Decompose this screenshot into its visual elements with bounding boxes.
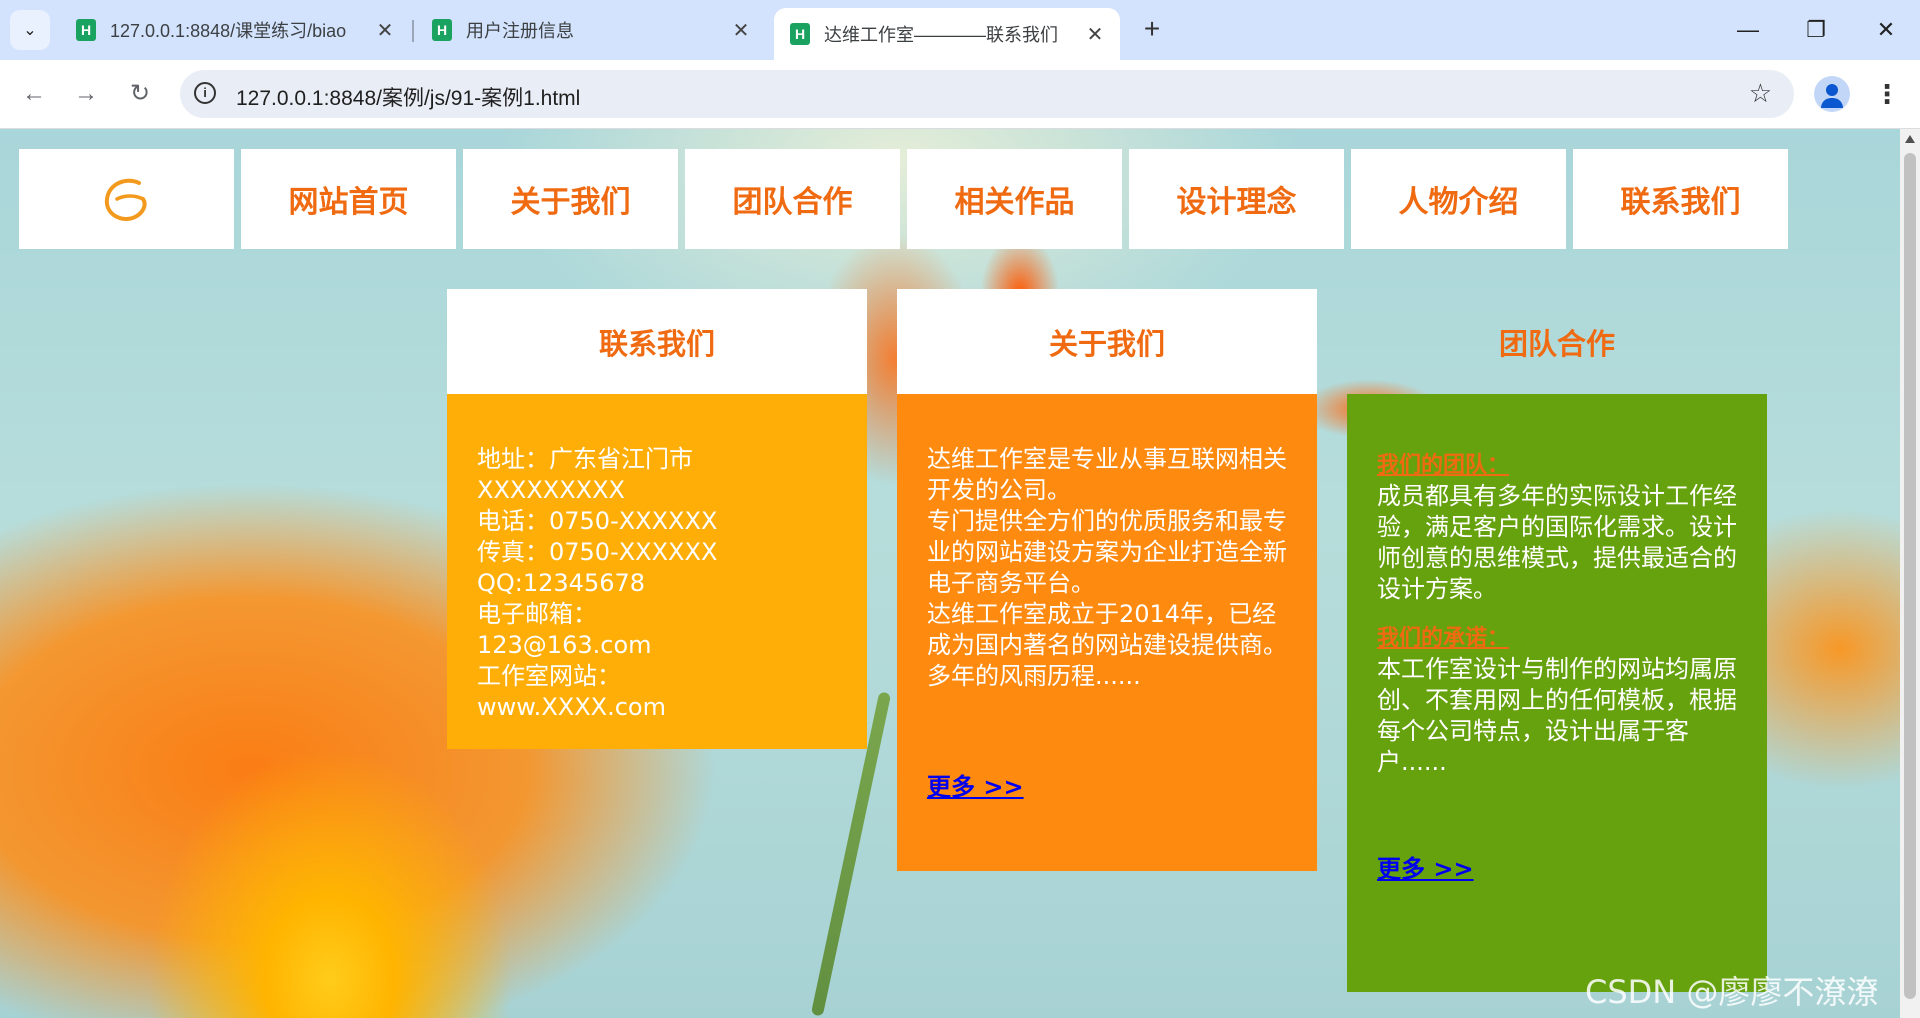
hbuilder-favicon-icon: H [790, 23, 810, 45]
tab-title: 127.0.0.1:8848/课堂练习/biao [110, 21, 347, 41]
address-bar[interactable]: i 127.0.0.1:8848/案例/js/91-案例1.html ☆ [180, 70, 1794, 118]
about-column: 关于我们 达维工作室是专业从事互联网相关开发的公司。 专门提供全方们的优质服务和… [897, 289, 1317, 871]
team-column: 团队合作 我们的团队： 成员都具有多年的实际设计工作经验，满足客户的国际化需求。… [1347, 289, 1767, 992]
back-icon[interactable]: ← [16, 76, 52, 112]
close-icon[interactable]: ✕ [1080, 22, 1110, 47]
promise-text: 本工作室设计与制作的网站均属原创、不套用网上的任何模板，根据每个公司特点，设计出… [1377, 655, 1737, 776]
profile-avatar-icon[interactable] [1814, 76, 1850, 112]
browser-toolbar: ← → ↻ i 127.0.0.1:8848/案例/js/91-案例1.html… [0, 60, 1920, 129]
team-more-link[interactable]: 更多 >> [1377, 854, 1474, 885]
contact-line: 电话：0750-XXXXXX [477, 507, 718, 535]
team-title: 团队合作 [1498, 326, 1615, 361]
contact-line: 地址：广东省江门市XXXXXXXXX [477, 445, 693, 504]
team-text: 成员都具有多年的实际设计工作经验，满足客户的国际化需求。设计师创意的思维模式，提… [1377, 482, 1737, 603]
new-tab-button[interactable]: + [1136, 14, 1168, 46]
about-paragraph: 达维工作室成立于2014年，已经成为国内著名的网站建设提供商。多年的风雨历程..… [927, 600, 1287, 690]
browser-tab-active[interactable]: H 达维工作室————联系我们 ✕ [774, 8, 1120, 60]
nav-item-contact[interactable]: 联系我们 [1573, 149, 1788, 249]
swirl-logo-icon [104, 178, 147, 221]
contact-body: 地址：广东省江门市XXXXXXXXX 电话：0750-XXXXXX 传真：075… [447, 394, 867, 749]
browser-tab-1[interactable]: H 127.0.0.1:8848/课堂练习/biao ✕ [60, 8, 410, 52]
team-heading[interactable]: 我们的团队： [1377, 450, 1739, 481]
scroll-up-arrow-icon[interactable] [1905, 135, 1915, 143]
contact-title: 联系我们 [447, 289, 867, 394]
main-nav: 网站首页 关于我们 团队合作 相关作品 设计理念 人物介绍 联系我们 [19, 149, 1788, 249]
more-menu-icon[interactable]: ⋮ [1872, 76, 1902, 112]
close-icon[interactable]: ✕ [726, 18, 756, 43]
bookmark-star-icon[interactable]: ☆ [1749, 78, 1772, 109]
team-body: 我们的团队： 成员都具有多年的实际设计工作经验，满足客户的国际化需求。设计师创意… [1347, 394, 1767, 992]
hbuilder-favicon-icon: H [76, 19, 96, 41]
contact-line: QQ:12345678 [477, 569, 646, 597]
restore-icon[interactable]: ❐ [1796, 12, 1836, 48]
contact-line: 123@163.com [477, 631, 652, 659]
contact-line: 工作室网站： [477, 662, 621, 690]
nav-item-people[interactable]: 人物介绍 [1351, 149, 1566, 249]
forward-icon[interactable]: → [68, 76, 104, 112]
browser-tab-bar: ⌄ H 127.0.0.1:8848/课堂练习/biao ✕ H 用户注册信息 … [0, 0, 1920, 60]
csdn-watermark: CSDN @廖廖不潦潦 [1585, 973, 1879, 1011]
tab-title: 达维工作室————联系我们 [824, 25, 1058, 45]
promise-heading[interactable]: 我们的承诺： [1377, 623, 1739, 654]
close-icon[interactable]: ✕ [370, 18, 400, 43]
tab-divider [412, 20, 414, 42]
nav-item-works[interactable]: 相关作品 [907, 149, 1122, 249]
page-viewport: 网站首页 关于我们 团队合作 相关作品 设计理念 人物介绍 联系我们 联系我们 … [0, 129, 1900, 1018]
about-more-link[interactable]: 更多 >> [927, 772, 1024, 803]
tab-title: 用户注册信息 [466, 21, 574, 41]
nav-item-team[interactable]: 团队合作 [685, 149, 900, 249]
chevron-down-icon: ⌄ [23, 22, 37, 39]
site-info-icon[interactable]: i [194, 82, 216, 104]
reload-icon[interactable]: ↻ [122, 76, 158, 112]
about-paragraph: 达维工作室是专业从事互联网相关开发的公司。 [927, 445, 1287, 504]
nav-item-design[interactable]: 设计理念 [1129, 149, 1344, 249]
contact-line: 电子邮箱： [477, 600, 597, 628]
minimize-icon[interactable]: — [1728, 12, 1768, 48]
nav-item-home[interactable]: 网站首页 [241, 149, 456, 249]
scrollbar-thumb[interactable] [1904, 153, 1916, 999]
tab-search-button[interactable]: ⌄ [10, 10, 50, 50]
hbuilder-favicon-icon: H [432, 19, 452, 41]
logo[interactable] [19, 149, 234, 249]
url-text[interactable]: 127.0.0.1:8848/案例/js/91-案例1.html [236, 82, 580, 112]
nav-item-about[interactable]: 关于我们 [463, 149, 678, 249]
close-window-icon[interactable]: ✕ [1866, 12, 1906, 48]
contact-line: www.XXXX.com [477, 693, 666, 721]
contact-line: 传真：0750-XXXXXX [477, 538, 718, 566]
browser-tab-2[interactable]: H 用户注册信息 ✕ [416, 8, 766, 52]
about-paragraph: 专门提供全方们的优质服务和最专业的网站建设方案为企业打造全新电子商务平台。 [927, 507, 1287, 597]
contact-column: 联系我们 地址：广东省江门市XXXXXXXXX 电话：0750-XXXXXX 传… [447, 289, 867, 749]
about-title: 关于我们 [897, 289, 1317, 394]
about-body: 达维工作室是专业从事互联网相关开发的公司。 专门提供全方们的优质服务和最专业的网… [897, 394, 1317, 871]
vertical-scrollbar[interactable] [1900, 129, 1920, 1018]
